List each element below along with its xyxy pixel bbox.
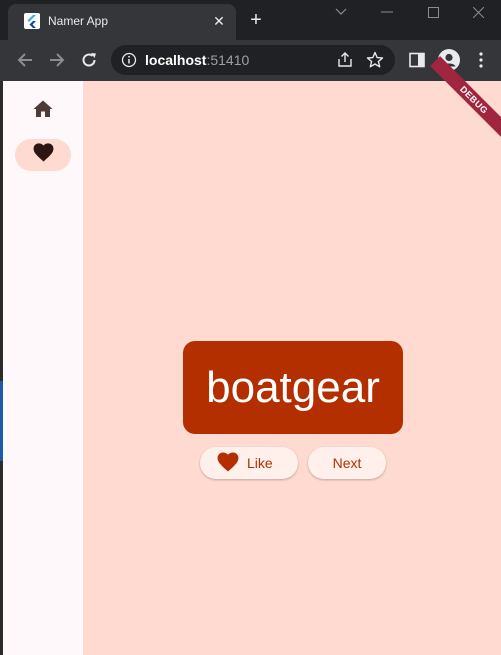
share-icon[interactable]: [336, 51, 354, 69]
nav-favorites[interactable]: [15, 139, 71, 171]
more-menu-icon[interactable]: [469, 48, 493, 72]
navigation-rail: [3, 81, 83, 655]
next-button-label: Next: [332, 455, 362, 471]
forward-arrow-icon[interactable]: [45, 48, 69, 72]
back-arrow-icon[interactable]: [13, 48, 37, 72]
close-window-icon[interactable]: [455, 0, 501, 24]
like-button-label: Like: [247, 455, 273, 471]
next-button[interactable]: Next: [308, 447, 386, 479]
tab-close-icon[interactable]: ✕: [211, 13, 227, 29]
tab-title: Namer App: [48, 14, 109, 28]
flutter-favicon-icon: [24, 13, 40, 29]
chevron-down-icon[interactable]: [318, 0, 364, 24]
url-text: localhost:51410: [145, 52, 249, 68]
new-tab-icon[interactable]: +: [246, 10, 266, 30]
home-icon: [33, 100, 53, 123]
url-port: :51410: [206, 52, 250, 68]
browser-toolbar: localhost:51410: [0, 40, 501, 81]
address-bar[interactable]: localhost:51410: [111, 45, 395, 75]
favorite-icon: [217, 451, 239, 475]
minimize-icon[interactable]: [364, 0, 410, 24]
url-host: localhost: [145, 52, 207, 68]
nav-home[interactable]: [15, 95, 71, 127]
page-viewport: DEBUG boatgear Like Next: [0, 56, 501, 655]
favorite-icon: [33, 143, 54, 167]
word-pair-card: boatgear: [183, 341, 403, 434]
word-pair-text: boatgear: [206, 362, 380, 412]
browser-window: Namer App ✕ + localhost:51410 DEBUG boat…: [0, 0, 501, 655]
browser-tab[interactable]: Namer App ✕: [8, 4, 236, 40]
reload-icon[interactable]: [77, 48, 101, 72]
tab-strip: Namer App ✕ +: [0, 0, 501, 40]
maximize-icon[interactable]: [410, 0, 456, 24]
side-panel-icon[interactable]: [405, 48, 429, 72]
like-button[interactable]: Like: [200, 447, 298, 479]
site-info-icon[interactable]: [121, 52, 137, 68]
bookmark-star-icon[interactable]: [366, 51, 384, 69]
